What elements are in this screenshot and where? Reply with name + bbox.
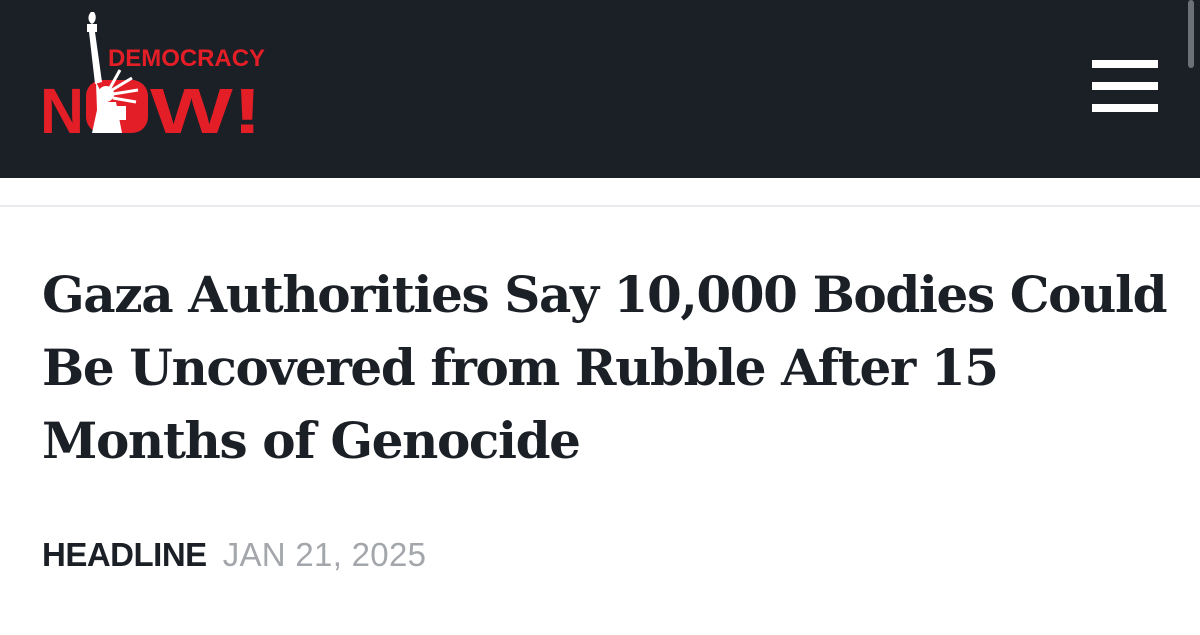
hamburger-menu-icon-bar xyxy=(1092,104,1158,112)
article-title: Gaza Authorities Say 10,000 Bodies Could… xyxy=(42,265,1168,470)
hamburger-menu-icon xyxy=(1092,60,1158,68)
democracy-now-logo: DEMOCRACY N W! xyxy=(40,12,265,140)
hamburger-menu-icon-bar xyxy=(1092,82,1158,90)
logo-line2-left: N xyxy=(40,75,84,140)
article-date: JAN 21, 2025 xyxy=(222,536,427,573)
logo-line2-right: W! xyxy=(150,75,262,140)
page: DEMOCRACY N W! Gaza Authorities Say 10,0… xyxy=(0,0,1200,635)
article-category-link[interactable]: HEADLINE xyxy=(42,536,207,574)
site-logo[interactable]: DEMOCRACY N W! xyxy=(40,10,270,140)
hamburger-menu-button[interactable] xyxy=(1088,58,1162,114)
scrollbar-thumb[interactable] xyxy=(1188,0,1194,68)
article-meta: HEADLINE JAN 21, 2025 xyxy=(42,532,426,578)
header-divider xyxy=(0,205,1200,207)
site-header: DEMOCRACY N W! xyxy=(0,0,1200,178)
logo-line1: DEMOCRACY xyxy=(108,45,265,72)
